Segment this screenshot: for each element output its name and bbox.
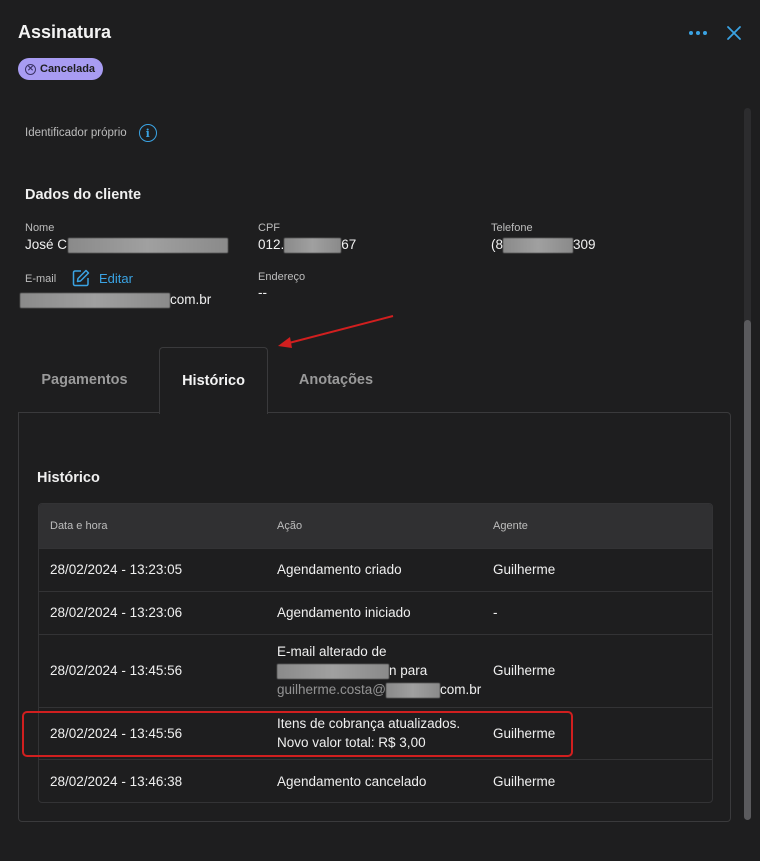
- scrollbar-track[interactable]: [744, 108, 751, 820]
- name-value: José C: [25, 237, 229, 253]
- redacted-block: [284, 237, 342, 253]
- annotation-arrow-icon: [278, 315, 394, 348]
- redacted-block: [20, 292, 170, 308]
- action-text: com.br: [440, 682, 482, 697]
- edit-email-link[interactable]: Editar: [71, 268, 133, 288]
- own-identifier: Identificador próprio i: [25, 124, 157, 142]
- column-header: Agente: [493, 520, 528, 532]
- edit-icon: [72, 269, 90, 287]
- action-cell: Agendamento cancelado: [277, 774, 427, 789]
- tab-bar: Pagamentos Histórico Anotações: [18, 347, 730, 414]
- page-title: Assinatura: [18, 22, 112, 42]
- dot-icon: [703, 31, 707, 35]
- edit-label: Editar: [99, 270, 133, 286]
- dot-icon: [696, 31, 700, 35]
- annotation-highlight-box: [22, 711, 573, 757]
- more-options-button[interactable]: [686, 24, 710, 42]
- email-suffix: com.br: [170, 292, 212, 307]
- phone-label: Telefone: [491, 222, 533, 234]
- address-label: Endereço: [258, 271, 306, 283]
- phone-prefix: (8: [491, 237, 504, 252]
- agent-cell: Guilherme: [493, 774, 556, 789]
- tab-pagamentos[interactable]: Pagamentos: [18, 347, 151, 413]
- redacted-block: [68, 237, 229, 253]
- history-panel: Histórico Data e hora Ação Agente 28/02/…: [18, 412, 731, 822]
- table-row: 28/02/2024 - 13:23:05 Agendamento criado…: [39, 548, 712, 591]
- history-title: Histórico: [37, 470, 100, 486]
- table-row: 28/02/2024 - 13:45:56 E-mail alterado de…: [39, 634, 712, 707]
- action-cell: Agendamento iniciado: [277, 605, 411, 620]
- action-text: n para: [389, 663, 428, 678]
- tab-anotacoes[interactable]: Anotações: [276, 347, 396, 413]
- table-row: 28/02/2024 - 13:46:38 Agendamento cancel…: [39, 759, 712, 802]
- redacted-block: [277, 663, 389, 679]
- cpf-label: CPF: [258, 222, 280, 234]
- agent-cell: Guilherme: [493, 663, 556, 678]
- agent-cell: -: [493, 605, 498, 620]
- client-section-title: Dados do cliente: [25, 187, 142, 203]
- table-header: Data e hora Ação Agente: [39, 504, 712, 548]
- status-badge: ✕ Cancelada: [18, 58, 104, 80]
- agent-cell: Guilherme: [493, 562, 556, 577]
- history-table: Data e hora Ação Agente 28/02/2024 - 13:…: [38, 503, 713, 803]
- close-button[interactable]: [724, 23, 744, 43]
- datetime-cell: 28/02/2024 - 13:23:05: [50, 562, 183, 577]
- table-row: 28/02/2024 - 13:23:06 Agendamento inicia…: [39, 591, 712, 634]
- phone-suffix: 309: [573, 237, 596, 252]
- status-badge-label: Cancelada: [40, 63, 96, 75]
- action-cell-line: guilherme.costa@ com.br: [277, 680, 481, 699]
- name-visible-text: José C: [25, 237, 68, 252]
- column-header: Ação: [277, 520, 303, 532]
- name-label: Nome: [25, 222, 55, 234]
- tab-historico[interactable]: Histórico: [159, 347, 268, 414]
- action-cell: Agendamento criado: [277, 562, 402, 577]
- action-cell-line: E-mail alterado de: [277, 644, 387, 659]
- own-identifier-label: Identificador próprio: [25, 127, 127, 139]
- address-value: --: [258, 285, 267, 300]
- redacted-block: [386, 682, 441, 698]
- close-icon: [727, 26, 741, 40]
- email-label: E-mail: [25, 273, 57, 285]
- cancel-circle-icon: ✕: [25, 63, 36, 75]
- info-icon[interactable]: i: [138, 124, 157, 142]
- redacted-block: [503, 237, 574, 253]
- datetime-cell: 28/02/2024 - 13:46:38: [50, 774, 183, 789]
- datetime-cell: 28/02/2024 - 13:23:06: [50, 605, 183, 620]
- column-header: Data e hora: [50, 520, 108, 532]
- datetime-cell: 28/02/2024 - 13:45:56: [50, 663, 183, 678]
- action-cell-line: n para: [277, 661, 427, 680]
- cpf-suffix: 67: [341, 237, 357, 252]
- scrollbar-thumb[interactable]: [744, 320, 751, 820]
- phone-value: (8 309: [491, 237, 596, 253]
- email-value: com.br: [20, 292, 211, 308]
- dot-icon: [689, 31, 693, 35]
- cpf-prefix: 012.: [258, 237, 285, 252]
- cpf-value: 012. 67: [258, 237, 356, 253]
- action-text: guilherme.costa@: [277, 682, 387, 697]
